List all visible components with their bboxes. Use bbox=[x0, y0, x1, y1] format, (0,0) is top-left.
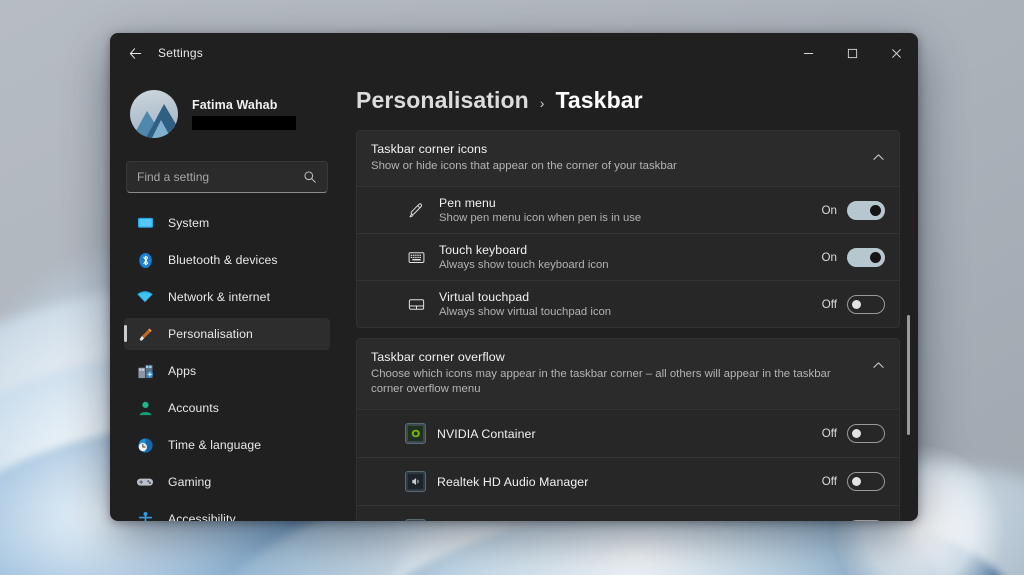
minimize-icon bbox=[803, 48, 814, 59]
card-title: Taskbar corner icons bbox=[371, 142, 864, 156]
card-taskbar-corner-icons: Taskbar corner icons Show or hide icons … bbox=[356, 130, 900, 328]
breadcrumb-parent[interactable]: Personalisation bbox=[356, 87, 529, 114]
content-area: Personalisation › Taskbar Taskbar corner… bbox=[342, 73, 918, 521]
sidebar-item-label: Personalisation bbox=[168, 327, 253, 341]
close-icon bbox=[891, 48, 902, 59]
paintbrush-icon bbox=[136, 325, 154, 343]
clock-globe-icon bbox=[136, 436, 154, 454]
gamepad-icon bbox=[136, 473, 154, 491]
back-button[interactable] bbox=[118, 38, 152, 68]
sidebar-item-network-internet[interactable]: Network & internet bbox=[124, 281, 330, 313]
sidebar-item-personalisation[interactable]: Personalisation bbox=[124, 318, 330, 350]
sidebar-item-label: Apps bbox=[168, 364, 196, 378]
sidebar: Fatima Wahab Find a setting System bbox=[110, 73, 342, 521]
setting-title: Virtual touchpad bbox=[439, 290, 817, 304]
card-header[interactable]: Taskbar corner overflow Choose which ico… bbox=[357, 339, 899, 409]
chevron-up-icon[interactable] bbox=[864, 142, 885, 169]
toggle-nvidia-container[interactable] bbox=[847, 424, 885, 443]
sidebar-item-label: System bbox=[168, 216, 209, 230]
window-controls bbox=[786, 33, 918, 73]
bluetooth-icon bbox=[136, 251, 154, 269]
card-subtitle: Choose which icons may appear in the tas… bbox=[371, 367, 841, 397]
avatar bbox=[130, 90, 178, 138]
search-box[interactable]: Find a setting bbox=[126, 161, 328, 193]
sidebar-item-label: Accounts bbox=[168, 401, 219, 415]
title-bar: Settings bbox=[110, 33, 918, 73]
card-header[interactable]: Taskbar corner icons Show or hide icons … bbox=[357, 131, 899, 186]
sidebar-item-apps[interactable]: Apps bbox=[124, 355, 330, 387]
minimize-button[interactable] bbox=[786, 33, 830, 73]
toggle-state-label: On bbox=[817, 204, 837, 217]
toggle-mcafee[interactable] bbox=[847, 520, 885, 521]
breadcrumb-separator-icon: › bbox=[540, 95, 545, 111]
setting-title: Realtek HD Audio Manager bbox=[437, 475, 817, 489]
wifi-icon bbox=[136, 288, 154, 306]
accessibility-icon bbox=[136, 510, 154, 521]
sidebar-item-time-language[interactable]: Time & language bbox=[124, 429, 330, 461]
sidebar-item-label: Accessibility bbox=[168, 512, 236, 521]
touchpad-icon bbox=[405, 293, 427, 315]
breadcrumb: Personalisation › Taskbar bbox=[356, 87, 900, 114]
scrollbar-thumb[interactable] bbox=[907, 315, 910, 435]
settings-window: Settings Fatima Wahab bbox=[110, 33, 918, 521]
card-subtitle: Show or hide icons that appear on the co… bbox=[371, 159, 841, 174]
window-title: Settings bbox=[158, 46, 203, 60]
maximize-button[interactable] bbox=[830, 33, 874, 73]
toggle-state-label: Off bbox=[817, 298, 837, 311]
sidebar-item-bluetooth-devices[interactable]: Bluetooth & devices bbox=[124, 244, 330, 276]
card-taskbar-corner-overflow: Taskbar corner overflow Choose which ico… bbox=[356, 338, 900, 521]
back-arrow-icon bbox=[128, 46, 143, 61]
toggle-realtek-hd-audio-manager[interactable] bbox=[847, 472, 885, 491]
toggle-pen-menu[interactable] bbox=[847, 201, 885, 220]
setting-subtitle: Show pen menu icon when pen is in use bbox=[439, 212, 817, 224]
setting-title: NVIDIA Container bbox=[437, 427, 817, 441]
setting-row-pen-menu[interactable]: Pen menu Show pen menu icon when pen is … bbox=[357, 186, 899, 233]
toggle-touch-keyboard[interactable] bbox=[847, 248, 885, 267]
display-icon bbox=[136, 214, 154, 232]
mcafee-icon bbox=[405, 519, 426, 521]
toggle-state-label: On bbox=[817, 251, 837, 264]
account-section[interactable]: Fatima Wahab bbox=[130, 81, 332, 147]
pen-icon bbox=[405, 199, 427, 221]
setting-title: Touch keyboard bbox=[439, 243, 817, 257]
sidebar-nav: System Bluetooth & devices Network & int… bbox=[122, 207, 332, 521]
toggle-state-label: Off bbox=[817, 475, 837, 488]
scrollbar-track[interactable] bbox=[911, 153, 914, 521]
setting-row-mcafee[interactable]: McAfee Off bbox=[357, 505, 899, 521]
sidebar-item-gaming[interactable]: Gaming bbox=[124, 466, 330, 498]
card-title: Taskbar corner overflow bbox=[371, 350, 864, 364]
sidebar-item-label: Gaming bbox=[168, 475, 211, 489]
chevron-up-icon[interactable] bbox=[864, 350, 885, 377]
nvidia-icon bbox=[405, 423, 426, 444]
setting-row-virtual-touchpad[interactable]: Virtual touchpad Always show virtual tou… bbox=[357, 280, 899, 327]
apps-icon bbox=[136, 362, 154, 380]
realtek-icon bbox=[405, 471, 426, 492]
account-email-redacted bbox=[192, 116, 296, 130]
keyboard-icon bbox=[405, 246, 427, 268]
maximize-icon bbox=[847, 48, 858, 59]
breadcrumb-current: Taskbar bbox=[555, 87, 642, 114]
sidebar-item-label: Network & internet bbox=[168, 290, 270, 304]
toggle-virtual-touchpad[interactable] bbox=[847, 295, 885, 314]
search-icon[interactable] bbox=[303, 170, 317, 184]
sidebar-item-accessibility[interactable]: Accessibility bbox=[124, 503, 330, 521]
toggle-state-label: Off bbox=[817, 427, 837, 440]
setting-subtitle: Always show touch keyboard icon bbox=[439, 259, 817, 271]
setting-row-realtek-hd-audio-manager[interactable]: Realtek HD Audio Manager Off bbox=[357, 457, 899, 505]
setting-subtitle: Always show virtual touchpad icon bbox=[439, 306, 817, 318]
selection-indicator bbox=[124, 325, 127, 342]
account-name: Fatima Wahab bbox=[192, 98, 296, 112]
setting-row-touch-keyboard[interactable]: Touch keyboard Always show touch keyboar… bbox=[357, 233, 899, 280]
sidebar-item-label: Time & language bbox=[168, 438, 261, 452]
sidebar-item-accounts[interactable]: Accounts bbox=[124, 392, 330, 424]
setting-title: Pen menu bbox=[439, 196, 817, 210]
search-input[interactable]: Find a setting bbox=[137, 170, 303, 184]
setting-row-nvidia-container[interactable]: NVIDIA Container Off bbox=[357, 409, 899, 457]
person-icon bbox=[136, 399, 154, 417]
sidebar-item-system[interactable]: System bbox=[124, 207, 330, 239]
sidebar-item-label: Bluetooth & devices bbox=[168, 253, 278, 267]
close-button[interactable] bbox=[874, 33, 918, 73]
